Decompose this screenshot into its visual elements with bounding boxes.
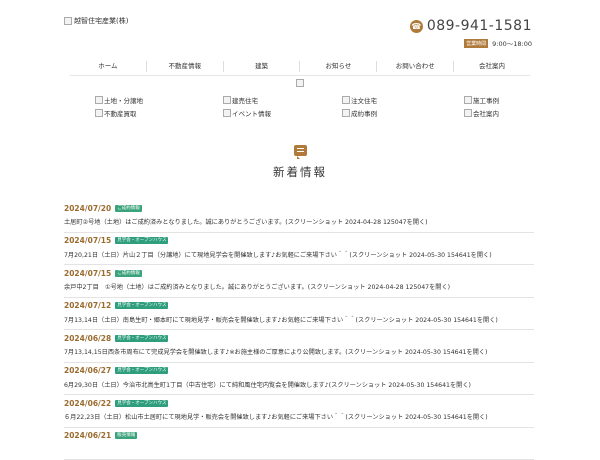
quick-link-land[interactable]: 土地・分譲地	[95, 95, 223, 105]
news-list: 2024/07/20ご成約情報土居町②号地（土地）はご成約済みとなりました。誠に…	[64, 200, 534, 460]
quick-link-label: 成約事例	[351, 108, 377, 118]
works-icon	[464, 96, 472, 104]
category-badge: 見学会・オープンハウス	[115, 400, 168, 407]
main-nav: ホーム 不動産情報 建築 お知らせ お問い合わせ 会社案内	[70, 57, 530, 76]
nav-home[interactable]: ホーム	[70, 61, 147, 72]
news-link[interactable]: 7月20,21日（土日）片山２丁目（分譲地）にて現地見学会を開催致します♪お気軽…	[64, 250, 534, 259]
news-link[interactable]: 6月29,30日（土日）今治市北鳥生町1丁目（中古住宅）にて純和風住宅内覧会を開…	[64, 380, 534, 389]
news-link[interactable]: 余戸中2丁目 ①号地（土地）はご成約済みとなりました。誠にありがとうございます。…	[64, 282, 534, 291]
news-date: 2024/06/21	[64, 431, 111, 440]
quick-link-label: 会社案内	[473, 108, 499, 118]
nav-construction[interactable]: 建築	[224, 61, 301, 72]
quick-links: 土地・分譲地 建売住宅 注文住宅 施工事例 不動産買取 イベント情報 成約事例 …	[95, 93, 515, 119]
news-item: 2024/06/21 販売情報	[64, 428, 534, 460]
quick-link-label: 建売住宅	[232, 95, 258, 105]
logo-image-icon	[64, 17, 72, 25]
quick-link-label: 注文住宅	[351, 95, 377, 105]
news-item: 2024/06/28 見学会・オープンハウス 7月13,14,15日西条市周布にて完…	[64, 330, 534, 363]
news-date: 2024/06/28	[64, 334, 111, 343]
nav-news[interactable]: お知らせ	[300, 61, 377, 72]
quick-link-custom-home[interactable]: 注文住宅	[342, 95, 464, 105]
news-item: 2024/06/27 見学会・オープンハウス 6月29,30日（土日）今治市北鳥生町…	[64, 363, 534, 396]
news-item: 2024/06/22 見学会・オープンハウス ６月22,23日（土日）松山市土居町に…	[64, 395, 534, 428]
category-badge: ご成約情報	[115, 205, 142, 212]
news-date: 2024/07/15	[64, 236, 111, 245]
quick-link-ready-built[interactable]: 建売住宅	[223, 95, 342, 105]
company-logo[interactable]: 越智住宅産業(株)	[64, 16, 128, 26]
news-item: 2024/07/15 見学会・オープンハウス 7月20,21日（土日）片山２丁目（分…	[64, 233, 534, 266]
quick-link-label: 施工事例	[473, 95, 499, 105]
quick-link-label: イベント情報	[232, 108, 271, 118]
house-icon	[223, 96, 231, 104]
category-badge: ご成約情報	[115, 270, 142, 277]
news-link[interactable]: 土居町②号地（土地）はご成約済みとなりました。誠にありがとうございます。(スクリ…	[64, 217, 534, 226]
quick-link-label: 土地・分譲地	[104, 95, 143, 105]
news-date: 2024/06/22	[64, 399, 111, 408]
quick-link-company[interactable]: 会社案内	[464, 108, 515, 118]
news-date: 2024/07/20	[64, 204, 111, 213]
phone-number[interactable]: 089-941-1581	[427, 18, 532, 34]
category-badge: 販売情報	[115, 432, 137, 439]
banner-image-icon	[296, 79, 304, 87]
category-badge: 見学会・オープンハウス	[115, 367, 168, 374]
nav-contact[interactable]: お問い合わせ	[377, 61, 454, 72]
news-link[interactable]: ６月22,23日（土日）松山市土居町にて現地見学・販売会を開催致します♪お気軽に…	[64, 412, 534, 421]
nav-company[interactable]: 会社案内	[454, 61, 530, 72]
sold-icon	[342, 109, 350, 117]
quick-link-events[interactable]: イベント情報	[223, 108, 342, 118]
news-date: 2024/06/27	[64, 366, 111, 375]
quick-link-works[interactable]: 施工事例	[464, 95, 515, 105]
quick-link-label: 不動産買取	[104, 108, 137, 118]
news-section-header: 新着情報	[0, 145, 600, 180]
purchase-icon	[95, 109, 103, 117]
hours-label: 営業時間	[464, 39, 488, 48]
news-date: 2024/07/15	[64, 269, 111, 278]
land-icon	[95, 96, 103, 104]
logo-alt-text: 越智住宅産業(株)	[74, 16, 128, 26]
news-link[interactable]: 7月13,14,15日西条市周布にて完成見学会を開催致します♪※お施主様のご厚意…	[64, 347, 534, 356]
contact-info: ☎ 089-941-1581 営業時間 9:00～18:00	[410, 18, 532, 48]
section-title: 新着情報	[0, 164, 600, 180]
quick-link-sold-cases[interactable]: 成約事例	[342, 108, 464, 118]
event-icon	[223, 109, 231, 117]
news-item: 2024/07/12 見学会・オープンハウス 7月13,14日（土日）南島生町・郷本…	[64, 298, 534, 331]
company-icon	[464, 109, 472, 117]
nav-real-estate[interactable]: 不動産情報	[147, 61, 224, 72]
message-icon	[294, 145, 307, 156]
category-badge: 見学会・オープンハウス	[115, 237, 168, 244]
news-item: 2024/07/20 ご成約情報土居町②号地（土地）はご成約済みとなりました。誠に…	[64, 200, 534, 233]
phone-icon: ☎	[410, 20, 423, 33]
business-hours: 9:00～18:00	[492, 38, 532, 48]
news-item: 2024/07/15 ご成約情報余戸中2丁目 ①号地（土地）はご成約済みとなりまし…	[64, 265, 534, 298]
category-badge: 見学会・オープンハウス	[115, 302, 168, 309]
quick-link-purchase[interactable]: 不動産買取	[95, 108, 223, 118]
news-date: 2024/07/12	[64, 301, 111, 310]
custom-house-icon	[342, 96, 350, 104]
news-link[interactable]: 7月13,14日（土日）南島生町・郷本町にて現地見学・販売会を開催致します♪お気…	[64, 315, 534, 324]
category-badge: 見学会・オープンハウス	[115, 335, 168, 342]
